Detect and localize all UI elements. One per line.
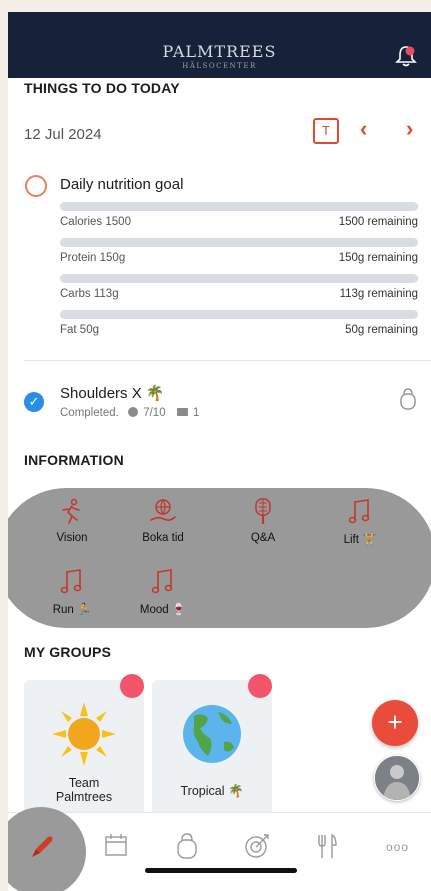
notification-dot: [405, 46, 415, 56]
info-item-lift[interactable]: Lift 🏋️: [320, 498, 400, 546]
group-notification-badge: [248, 674, 272, 698]
information-title: INFORMATION: [24, 452, 124, 468]
avatar[interactable]: [374, 755, 420, 801]
rocket-icon[interactable]: [28, 833, 56, 866]
things-to-do-title: THINGS TO DO TODAY: [24, 80, 180, 96]
workout-score: 7/10: [143, 407, 166, 419]
my-groups-title: MY GROUPS: [24, 644, 112, 660]
calories-progress-bar: [60, 202, 418, 211]
kettlebell-icon[interactable]: [176, 833, 198, 864]
running-person-icon: [62, 498, 80, 524]
info-item-mood[interactable]: Mood 🍷: [123, 568, 203, 616]
workout-comments: 1: [193, 407, 200, 419]
workout-status: Completed.: [60, 407, 119, 419]
calendar-icon[interactable]: [104, 833, 128, 862]
info-label: Mood 🍷: [139, 604, 187, 616]
kettlebell-icon: [399, 388, 417, 410]
group-card-tropical[interactable]: Tropical 🌴: [152, 680, 272, 830]
workout-title[interactable]: Shoulders X 🌴: [60, 384, 165, 402]
info-label: Lift 🏋️: [343, 534, 377, 546]
prev-day-button[interactable]: ‹: [360, 116, 367, 142]
add-button[interactable]: +: [372, 700, 418, 746]
divider: [24, 360, 431, 361]
info-label: Q&A: [250, 532, 276, 544]
current-date: 12 Jul 2024: [24, 126, 102, 143]
info-item-boka-tid[interactable]: Boka tid: [123, 498, 203, 544]
score-icon: [128, 407, 139, 417]
group-name: Team Palmtrees: [55, 776, 113, 804]
music-note-icon: [60, 569, 82, 594]
nutrition-checkbox[interactable]: [25, 175, 47, 197]
group-notification-badge: [120, 674, 144, 698]
group-name: Tropical 🌴: [180, 784, 244, 798]
info-item-vision[interactable]: Vision: [32, 498, 112, 544]
workout-completed-check[interactable]: ✓: [24, 392, 44, 412]
target-icon[interactable]: [244, 833, 270, 864]
music-note-icon: [348, 499, 370, 524]
racket-icon: [255, 498, 271, 524]
globe-hand-icon: [150, 499, 176, 521]
carbs-progress-bar: [60, 274, 418, 283]
fat-label: Fat 50g: [60, 324, 99, 336]
fat-remaining: 50g remaining: [345, 324, 418, 336]
music-note-icon: [151, 569, 173, 594]
protein-progress-bar: [60, 238, 418, 247]
info-item-qa[interactable]: Q&A: [223, 498, 303, 544]
more-icon[interactable]: ooo: [386, 840, 409, 854]
nutrition-goal-title[interactable]: Daily nutrition goal: [60, 176, 183, 193]
info-label: Boka tid: [142, 532, 184, 544]
bell-icon[interactable]: [395, 44, 417, 68]
brand-logo: PALMTREES: [162, 42, 277, 61]
sun-icon: [52, 702, 116, 766]
protein-label: Protein 150g: [60, 252, 126, 264]
calories-remaining: 1500 remaining: [338, 216, 418, 228]
calories-label: Calories 1500: [60, 216, 131, 228]
carbs-remaining: 113g remaining: [339, 288, 418, 300]
workout-status-line: Completed. 7/10 1: [60, 407, 199, 419]
today-button[interactable]: T: [313, 118, 339, 144]
next-day-button[interactable]: ›: [406, 116, 413, 142]
comment-icon: [176, 408, 188, 416]
app-screen: PALMTREES HÄLSOCENTER THINGS TO DO TODAY…: [8, 12, 431, 891]
app-header: PALMTREES HÄLSOCENTER: [8, 12, 431, 78]
info-item-run[interactable]: Run 🏃: [32, 568, 112, 616]
info-label: Vision: [56, 532, 88, 544]
fat-progress-bar: [60, 310, 418, 319]
home-indicator: [145, 868, 297, 873]
info-label: Run 🏃: [52, 604, 92, 616]
brand-subtitle: HÄLSOCENTER: [182, 62, 257, 70]
carbs-label: Carbs 113g: [60, 288, 119, 300]
utensils-icon[interactable]: [316, 833, 338, 864]
globe-icon: [183, 705, 241, 763]
protein-remaining: 150g remaining: [338, 252, 418, 264]
